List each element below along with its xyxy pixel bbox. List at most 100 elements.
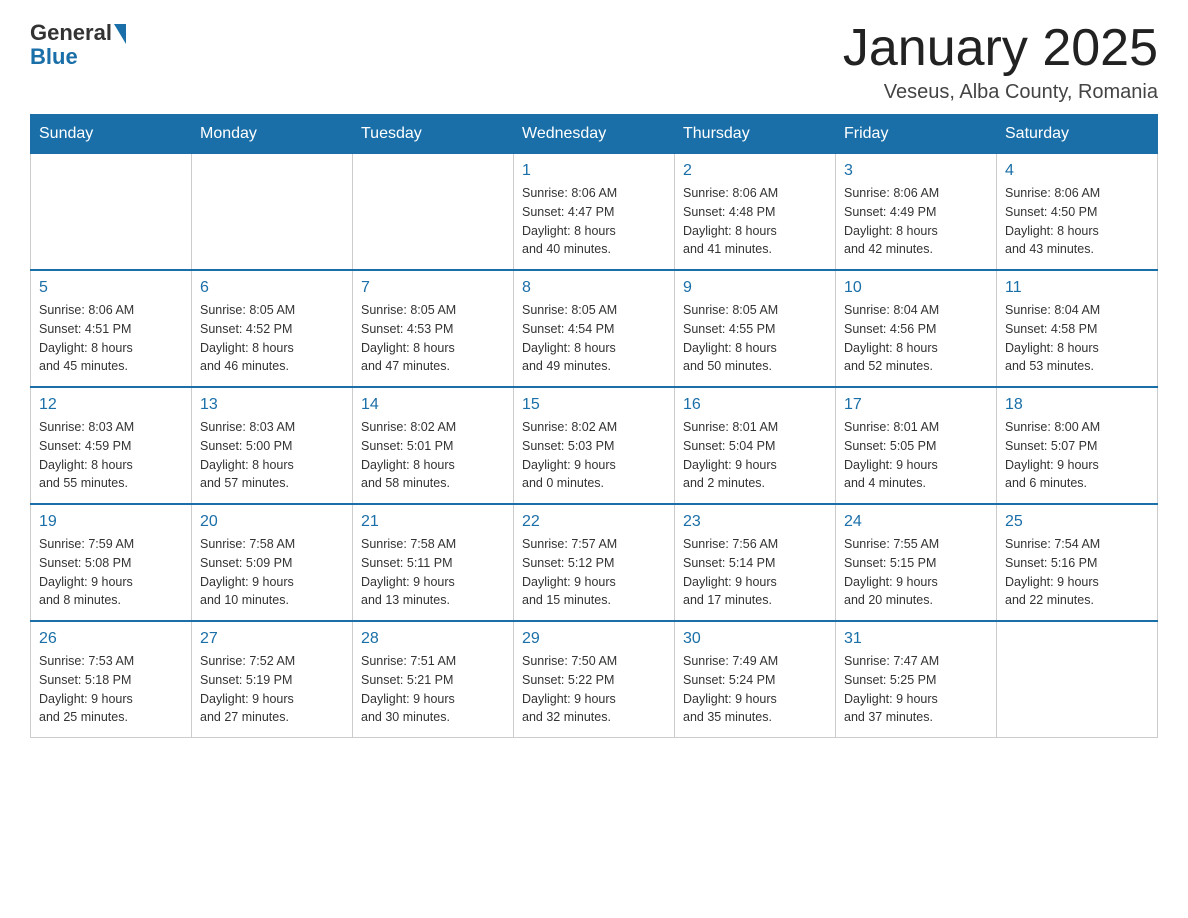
day-number: 2: [683, 162, 827, 180]
day-number: 21: [361, 513, 505, 531]
weekday-header-row: SundayMondayTuesdayWednesdayThursdayFrid…: [31, 115, 1158, 154]
calendar-day-cell: 27 Sunrise: 7:52 AM Sunset: 5:19 PM Dayli…: [192, 621, 353, 738]
calendar-day-cell: 19 Sunrise: 7:59 AM Sunset: 5:08 PM Dayli…: [31, 504, 192, 621]
calendar-day-cell: 26 Sunrise: 7:53 AM Sunset: 5:18 PM Dayli…: [31, 621, 192, 738]
weekday-header-saturday: Saturday: [997, 115, 1158, 154]
title-block: January 2025 Veseus, Alba County, Romani…: [843, 20, 1158, 104]
calendar-day-cell: 14Sunrise: 8:02 AM Sunset: 5:01 PM Dayli…: [353, 387, 514, 504]
calendar-day-cell: 2 Sunrise: 8:06 AM Sunset: 4:48 PM Daylig…: [675, 154, 836, 271]
day-number: 19: [39, 513, 183, 531]
day-number: 28: [361, 630, 505, 648]
day-info: Sunrise: 7:59 AM Sunset: 5:08 PM Dayligh…: [39, 535, 183, 610]
weekday-header-monday: Monday: [192, 115, 353, 154]
day-number: 8: [522, 279, 666, 297]
day-number: 1: [522, 162, 666, 180]
calendar-day-cell: 23 Sunrise: 7:56 AM Sunset: 5:14 PM Dayli…: [675, 504, 836, 621]
calendar-day-cell: 31 Sunrise: 7:47 AM Sunset: 5:25 PM Dayli…: [836, 621, 997, 738]
day-info: Sunrise: 8:05 AM Sunset: 4:53 PM Dayligh…: [361, 301, 505, 376]
weekday-header-friday: Friday: [836, 115, 997, 154]
calendar-day-cell: 21 Sunrise: 7:58 AM Sunset: 5:11 PM Dayli…: [353, 504, 514, 621]
logo-general-text: General: [30, 20, 112, 46]
day-number: 18: [1005, 396, 1149, 414]
day-number: 24: [844, 513, 988, 531]
calendar-day-cell: [353, 154, 514, 271]
day-number: 27: [200, 630, 344, 648]
day-info: Sunrise: 7:52 AM Sunset: 5:19 PM Dayligh…: [200, 652, 344, 727]
day-number: 16: [683, 396, 827, 414]
logo: General Blue: [30, 20, 126, 70]
calendar-day-cell: 22 Sunrise: 7:57 AM Sunset: 5:12 PM Dayli…: [514, 504, 675, 621]
day-info: Sunrise: 8:00 AM Sunset: 5:07 PM Dayligh…: [1005, 418, 1149, 493]
calendar-day-cell: 3Sunrise: 8:06 AM Sunset: 4:49 PM Daylig…: [836, 154, 997, 271]
day-info: Sunrise: 7:58 AM Sunset: 5:09 PM Dayligh…: [200, 535, 344, 610]
day-info: Sunrise: 8:01 AM Sunset: 5:04 PM Dayligh…: [683, 418, 827, 493]
day-info: Sunrise: 8:05 AM Sunset: 4:52 PM Dayligh…: [200, 301, 344, 376]
day-number: 6: [200, 279, 344, 297]
day-number: 11: [1005, 279, 1149, 297]
day-info: Sunrise: 8:03 AM Sunset: 4:59 PM Dayligh…: [39, 418, 183, 493]
calendar-week-row: 12Sunrise: 8:03 AM Sunset: 4:59 PM Dayli…: [31, 387, 1158, 504]
day-info: Sunrise: 7:47 AM Sunset: 5:25 PM Dayligh…: [844, 652, 988, 727]
calendar-table: SundayMondayTuesdayWednesdayThursdayFrid…: [30, 114, 1158, 738]
day-number: 13: [200, 396, 344, 414]
calendar-day-cell: 11 Sunrise: 8:04 AM Sunset: 4:58 PM Dayli…: [997, 270, 1158, 387]
day-info: Sunrise: 8:05 AM Sunset: 4:55 PM Dayligh…: [683, 301, 827, 376]
weekday-header-tuesday: Tuesday: [353, 115, 514, 154]
calendar-day-cell: 24 Sunrise: 7:55 AM Sunset: 5:15 PM Dayli…: [836, 504, 997, 621]
calendar-week-row: 26 Sunrise: 7:53 AM Sunset: 5:18 PM Dayli…: [31, 621, 1158, 738]
weekday-header-thursday: Thursday: [675, 115, 836, 154]
calendar-day-cell: 18 Sunrise: 8:00 AM Sunset: 5:07 PM Dayli…: [997, 387, 1158, 504]
calendar-day-cell: 6 Sunrise: 8:05 AM Sunset: 4:52 PM Daylig…: [192, 270, 353, 387]
calendar-day-cell: 20 Sunrise: 7:58 AM Sunset: 5:09 PM Dayli…: [192, 504, 353, 621]
day-info: Sunrise: 8:06 AM Sunset: 4:48 PM Dayligh…: [683, 184, 827, 259]
day-number: 9: [683, 279, 827, 297]
day-info: Sunrise: 7:53 AM Sunset: 5:18 PM Dayligh…: [39, 652, 183, 727]
day-info: Sunrise: 8:06 AM Sunset: 4:47 PM Dayligh…: [522, 184, 666, 259]
day-info: Sunrise: 8:02 AM Sunset: 5:01 PM Dayligh…: [361, 418, 505, 493]
day-info: Sunrise: 7:57 AM Sunset: 5:12 PM Dayligh…: [522, 535, 666, 610]
location-subtitle: Veseus, Alba County, Romania: [843, 81, 1158, 104]
day-info: Sunrise: 8:05 AM Sunset: 4:54 PM Dayligh…: [522, 301, 666, 376]
day-info: Sunrise: 8:06 AM Sunset: 4:51 PM Dayligh…: [39, 301, 183, 376]
day-number: 31: [844, 630, 988, 648]
day-number: 10: [844, 279, 988, 297]
calendar-week-row: 19 Sunrise: 7:59 AM Sunset: 5:08 PM Dayli…: [31, 504, 1158, 621]
day-info: Sunrise: 8:04 AM Sunset: 4:56 PM Dayligh…: [844, 301, 988, 376]
day-number: 22: [522, 513, 666, 531]
logo-blue-text: Blue: [30, 44, 78, 70]
calendar-day-cell: 9 Sunrise: 8:05 AM Sunset: 4:55 PM Daylig…: [675, 270, 836, 387]
month-title: January 2025: [843, 20, 1158, 77]
day-number: 7: [361, 279, 505, 297]
calendar-day-cell: 25Sunrise: 7:54 AM Sunset: 5:16 PM Dayli…: [997, 504, 1158, 621]
calendar-day-cell: 4Sunrise: 8:06 AM Sunset: 4:50 PM Daylig…: [997, 154, 1158, 271]
day-number: 20: [200, 513, 344, 531]
calendar-week-row: 5 Sunrise: 8:06 AM Sunset: 4:51 PM Daylig…: [31, 270, 1158, 387]
weekday-header-wednesday: Wednesday: [514, 115, 675, 154]
day-info: Sunrise: 8:03 AM Sunset: 5:00 PM Dayligh…: [200, 418, 344, 493]
day-info: Sunrise: 8:01 AM Sunset: 5:05 PM Dayligh…: [844, 418, 988, 493]
day-info: Sunrise: 7:51 AM Sunset: 5:21 PM Dayligh…: [361, 652, 505, 727]
day-number: 23: [683, 513, 827, 531]
day-info: Sunrise: 8:04 AM Sunset: 4:58 PM Dayligh…: [1005, 301, 1149, 376]
page-header: General Blue January 2025 Veseus, Alba C…: [30, 20, 1158, 104]
day-number: 5: [39, 279, 183, 297]
calendar-day-cell: 7 Sunrise: 8:05 AM Sunset: 4:53 PM Daylig…: [353, 270, 514, 387]
day-info: Sunrise: 7:56 AM Sunset: 5:14 PM Dayligh…: [683, 535, 827, 610]
day-info: Sunrise: 8:06 AM Sunset: 4:49 PM Dayligh…: [844, 184, 988, 259]
day-info: Sunrise: 7:50 AM Sunset: 5:22 PM Dayligh…: [522, 652, 666, 727]
day-number: 15: [522, 396, 666, 414]
day-info: Sunrise: 7:58 AM Sunset: 5:11 PM Dayligh…: [361, 535, 505, 610]
calendar-day-cell: [192, 154, 353, 271]
day-info: Sunrise: 8:02 AM Sunset: 5:03 PM Dayligh…: [522, 418, 666, 493]
day-number: 30: [683, 630, 827, 648]
calendar-day-cell: 8 Sunrise: 8:05 AM Sunset: 4:54 PM Daylig…: [514, 270, 675, 387]
calendar-day-cell: 29Sunrise: 7:50 AM Sunset: 5:22 PM Dayli…: [514, 621, 675, 738]
day-number: 17: [844, 396, 988, 414]
calendar-day-cell: 17 Sunrise: 8:01 AM Sunset: 5:05 PM Dayli…: [836, 387, 997, 504]
day-info: Sunrise: 7:55 AM Sunset: 5:15 PM Dayligh…: [844, 535, 988, 610]
day-number: 25: [1005, 513, 1149, 531]
calendar-day-cell: 12Sunrise: 8:03 AM Sunset: 4:59 PM Dayli…: [31, 387, 192, 504]
weekday-header-sunday: Sunday: [31, 115, 192, 154]
calendar-day-cell: 5 Sunrise: 8:06 AM Sunset: 4:51 PM Daylig…: [31, 270, 192, 387]
day-number: 26: [39, 630, 183, 648]
